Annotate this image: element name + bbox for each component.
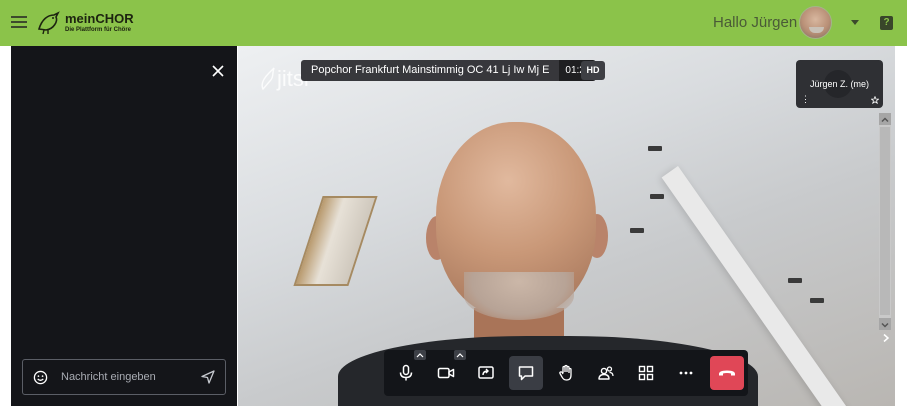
more-icon xyxy=(679,371,693,375)
microphone-button[interactable] xyxy=(389,350,426,390)
top-bar: meinCHOR Die Plattform für Chöre Hallo J… xyxy=(0,0,907,46)
help-icon[interactable]: ? xyxy=(880,16,893,30)
chat-panel xyxy=(11,46,237,406)
chevron-down-icon xyxy=(881,322,889,328)
chevron-up-icon xyxy=(456,353,464,358)
hand-icon xyxy=(559,364,572,381)
scroll-up-button[interactable] xyxy=(879,113,891,125)
filmstrip-scrollbar[interactable] xyxy=(879,113,891,330)
message-input[interactable] xyxy=(61,368,191,386)
participants-icon xyxy=(598,366,614,380)
hangup-button[interactable] xyxy=(710,356,744,390)
local-video-thumbnail[interactable]: Jürgen Z. (me) ⋮ xyxy=(796,60,883,108)
scroll-down-button[interactable] xyxy=(879,318,891,330)
conference-title: Popchor Frankfurt Mainstimmig OC 41 Lj I… xyxy=(301,60,560,81)
participant-name: Jürgen Z. (me) xyxy=(809,79,869,89)
send-icon[interactable] xyxy=(201,370,215,384)
chevron-down-icon[interactable] xyxy=(851,20,859,25)
screen-share-button[interactable] xyxy=(469,356,503,390)
star-icon[interactable] xyxy=(871,96,879,104)
jitsi-logo-icon xyxy=(261,67,275,91)
conference-toolbar xyxy=(384,350,748,396)
chat-input-box xyxy=(22,359,226,395)
audio-settings-arrow[interactable] xyxy=(414,350,426,360)
hamburger-icon[interactable] xyxy=(11,16,27,29)
logo[interactable]: meinCHOR Die Plattform für Chöre xyxy=(36,9,134,35)
microphone-icon xyxy=(399,364,413,381)
chevron-up-icon xyxy=(416,353,424,358)
grid-icon xyxy=(638,365,654,381)
smiley-icon[interactable] xyxy=(33,370,48,385)
conference-subject: Popchor Frankfurt Mainstimmig OC 41 Lj I… xyxy=(301,60,597,81)
video-quality-badge[interactable]: HD xyxy=(581,61,605,80)
participants-button[interactable] xyxy=(589,356,623,390)
raise-hand-button[interactable] xyxy=(549,356,583,390)
camera-button[interactable] xyxy=(429,350,466,390)
video-settings-arrow[interactable] xyxy=(454,350,466,360)
chat-icon xyxy=(518,366,534,381)
logo-subtitle: Die Plattform für Chöre xyxy=(65,26,132,33)
user-greeting: Hallo Jürgen xyxy=(713,14,798,31)
hangup-icon xyxy=(719,370,735,376)
tile-view-button[interactable] xyxy=(629,356,663,390)
filmstrip-toggle-icon[interactable] xyxy=(881,333,891,343)
vertical-dots-icon[interactable]: ⋮ xyxy=(801,95,810,104)
close-icon[interactable] xyxy=(212,65,224,77)
chat-button[interactable] xyxy=(509,356,543,390)
camera-icon xyxy=(437,367,455,379)
more-actions-button[interactable] xyxy=(669,356,703,390)
chevron-up-icon xyxy=(881,117,889,123)
logo-title: meinCHOR xyxy=(65,10,134,26)
screen-share-icon xyxy=(478,366,494,379)
scrollbar-thumb[interactable] xyxy=(880,127,890,315)
bird-logo-icon xyxy=(37,11,60,35)
user-avatar[interactable] xyxy=(799,6,832,39)
